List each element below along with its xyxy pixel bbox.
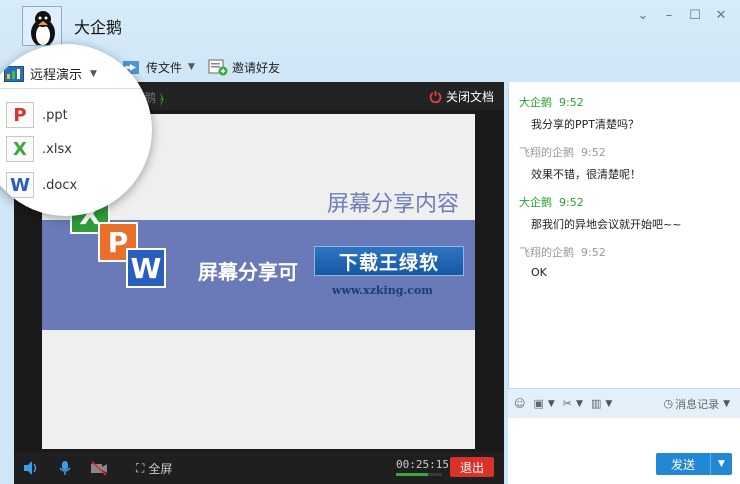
chat-message: 大企鹅 9:52 我分享的PPT清楚吗？ [519, 94, 740, 132]
exit-button[interactable]: 退出 [450, 457, 494, 477]
timer-progress [396, 473, 442, 476]
watermark-logo: 下载王绿软 [314, 246, 464, 276]
ppt-file-icon: P [6, 102, 34, 128]
remote-demo-label: 远程演示 [30, 68, 83, 83]
message-sender: 大企鹅 9:52 [519, 96, 584, 109]
chevron-down-icon: ▼ [90, 68, 97, 79]
message-text: 效果不错，很清楚呢！ [531, 168, 641, 181]
avatar[interactable] [22, 6, 62, 46]
menu-item-xlsx[interactable]: X .xlsx [6, 136, 72, 162]
speaker-icon[interactable] [22, 460, 40, 476]
fullscreen-button[interactable]: ⛶ 全屏 [136, 460, 172, 477]
chat-message: 飞翔的企鹅 9:52 OK [519, 244, 740, 279]
send-label: 发送 [670, 457, 695, 472]
invite-friends-label: 邀请好友 [232, 60, 281, 75]
close-document-label: 关闭文档 [445, 90, 494, 104]
send-file-button[interactable]: 传文件 ▼ [122, 58, 195, 76]
window-controls: ⌄ – ☐ ✕ [632, 6, 732, 24]
signal-icon: ⦒ [159, 91, 164, 105]
fullscreen-icon: ⛶ [136, 461, 145, 475]
chevron-down-icon[interactable]: ▼ [710, 453, 732, 475]
close-icon[interactable]: ✕ [710, 6, 732, 24]
slide-band-text: 屏幕分享可 [198, 260, 298, 284]
maximize-icon[interactable]: ☐ [684, 6, 706, 24]
remote-demo-button[interactable]: 远程演示 ▼ [4, 64, 97, 83]
chat-toolbar: ☺ ▣ ▼ ✂ ▼ ▥ ▼ ◷ 消息记录 ▼ [508, 388, 740, 418]
send-file-label: 传文件 [146, 60, 183, 75]
microphone-icon[interactable] [58, 460, 72, 476]
chat-message: 飞翔的企鹅 9:52 效果不错，很清楚呢！ [519, 144, 740, 182]
image-button[interactable]: ▣ ▼ [533, 397, 554, 410]
word-logo-icon: W [126, 248, 166, 288]
send-button[interactable]: 发送 ▼ [656, 453, 732, 475]
message-sender: 飞翔的企鹅 9:52 [519, 146, 606, 159]
close-document-button[interactable]: 关闭文档 [429, 88, 494, 105]
menu-divider [0, 88, 152, 89]
bar-chart-icon: ▥ [590, 397, 602, 410]
chart-button[interactable]: ▥ ▼ [591, 397, 612, 410]
call-timer: 00:25:15 [396, 458, 449, 471]
chat-window: 大企鹅 ⌄ – ☐ ✕ 传文件 ▼ 邀请好友 鹅 ⦒ 关闭文档 屏幕分享内容 屏… [0, 0, 740, 484]
menu-item-label: .docx [42, 177, 78, 193]
menu-item-ppt[interactable]: P .ppt [6, 102, 68, 128]
minimize-icon[interactable]: – [658, 6, 680, 24]
fullscreen-label: 全屏 [148, 462, 173, 476]
chat-history: 大企鹅 9:52 我分享的PPT清楚吗？ 飞翔的企鹅 9:52 效果不错，很清楚… [508, 82, 740, 388]
image-icon: ▣ [533, 397, 544, 410]
message-text: 那我们的异地会议就开始吧~~ [531, 218, 682, 231]
slide-title: 屏幕分享内容 [326, 192, 459, 217]
presentation-footer: ⛶ 全屏 00:25:15 退出 [14, 452, 504, 484]
screenshot-button[interactable]: ✂ ▼ [563, 397, 583, 410]
message-history-label: 消息记录 [675, 397, 720, 411]
menu-item-docx[interactable]: W .docx [6, 172, 77, 198]
chevron-down-icon: ▼ [188, 62, 195, 72]
camera-off-icon[interactable] [90, 460, 108, 476]
message-compose-area[interactable]: 发送 ▼ [508, 418, 740, 484]
clock-icon: ◷ [663, 397, 674, 410]
contact-name: 大企鹅 [74, 18, 123, 37]
menu-item-label: .ppt [42, 107, 68, 123]
remote-demo-icon [4, 65, 24, 82]
message-sender: 大企鹅 9:52 [519, 196, 584, 209]
scissors-icon: ✂ [562, 397, 573, 410]
menu-item-label: .xlsx [42, 141, 72, 157]
message-text: OK [531, 266, 547, 279]
penguin-avatar-icon [23, 7, 61, 45]
power-icon [429, 91, 442, 103]
title-bar: 大企鹅 ⌄ – ☐ ✕ [0, 0, 740, 52]
message-history-button[interactable]: ◷ 消息记录 ▼ [663, 396, 730, 412]
chat-message: 大企鹅 9:52 那我们的异地会议就开始吧~~ [519, 194, 740, 232]
emoji-icon[interactable]: ☺ [514, 397, 525, 410]
xlsx-file-icon: X [6, 136, 34, 162]
dropdown-arrow-icon[interactable]: ⌄ [632, 6, 654, 24]
docx-file-icon: W [6, 172, 34, 198]
watermark-url: www.xzking.com [332, 284, 433, 297]
invite-friends-icon [208, 59, 228, 76]
message-sender: 飞翔的企鹅 9:52 [519, 246, 606, 259]
message-text: 我分享的PPT清楚吗？ [531, 118, 639, 131]
invite-friends-button[interactable]: 邀请好友 [208, 58, 280, 76]
